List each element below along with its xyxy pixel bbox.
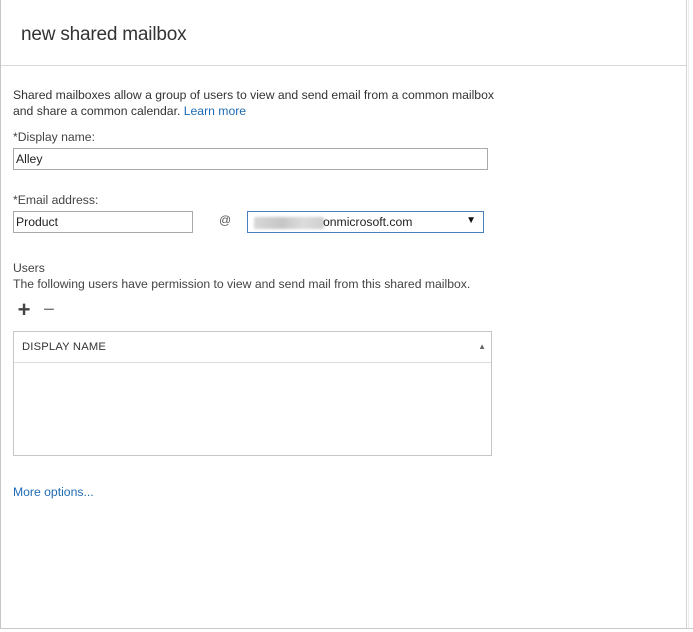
display-name-label: *Display name: [13, 130, 95, 144]
users-table: DISPLAY NAME ▲ [13, 331, 492, 456]
learn-more-link[interactable]: Learn more [184, 104, 246, 118]
window-left-border [0, 0, 1, 631]
triangle-down-icon: ▼ [466, 215, 476, 226]
description-text: Shared mailboxes allow a group of users … [13, 88, 494, 118]
dialog-description: Shared mailboxes allow a group of users … [13, 87, 503, 119]
users-heading: Users [13, 261, 45, 275]
dialog-title: new shared mailbox [21, 24, 187, 45]
sort-ascending-icon[interactable]: ▲ [478, 342, 486, 351]
email-alias-field[interactable]: Product [13, 211, 193, 233]
title-divider [1, 65, 686, 66]
at-sign: @ [219, 213, 232, 227]
users-table-header[interactable]: DISPLAY NAME ▲ [14, 332, 491, 363]
window-right-border [686, 0, 687, 631]
remove-user-icon[interactable]: − [39, 300, 59, 320]
more-options-link[interactable]: More options... [13, 485, 94, 499]
redacted-domain-prefix [254, 217, 324, 229]
email-domain-select[interactable]: onmicrosoft.com ▼ [247, 211, 484, 233]
email-address-label: *Email address: [13, 193, 99, 207]
window-bottom-border [0, 628, 693, 632]
add-user-icon[interactable]: + [14, 299, 34, 321]
email-domain-value: onmicrosoft.com [323, 215, 413, 229]
users-note: The following users have permission to v… [13, 277, 471, 291]
display-name-column-header[interactable]: DISPLAY NAME [22, 341, 106, 353]
display-name-field[interactable]: Alley [13, 148, 488, 170]
window-right-edge [688, 0, 693, 631]
